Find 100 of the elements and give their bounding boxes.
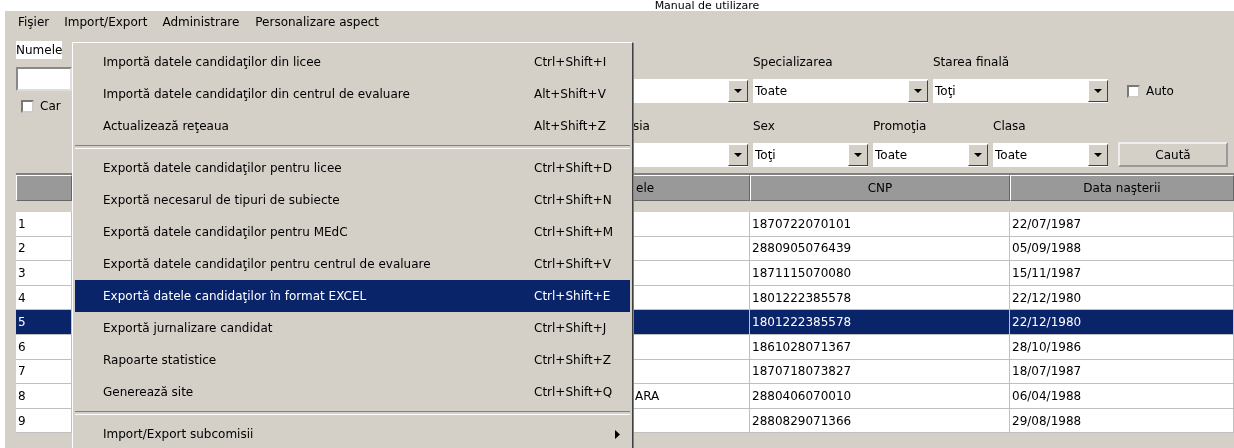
menu-item[interactable]: Exportă datele candidaţilor în format EXCEL Ctrl+Shift+E	[75, 280, 630, 312]
search-button[interactable]: Caută	[1118, 142, 1228, 167]
table-cell: 1801222385578	[750, 310, 1010, 335]
field-label: Specializarea	[753, 55, 834, 69]
shortcut-label: Ctrl+Shift+J	[534, 321, 608, 335]
field-label: Promoţia	[873, 119, 928, 133]
caret-down-icon	[734, 153, 742, 157]
caret-down-icon	[1094, 89, 1102, 93]
dropdown-field[interactable]	[633, 143, 748, 167]
menu-title[interactable]: Import/Export	[58, 12, 154, 32]
menu-item-label: Importă datele candidaţilor din licee	[103, 55, 322, 69]
table-cell: 2880905076439	[750, 236, 1010, 262]
dropdown-button[interactable]	[968, 144, 988, 166]
field-label: Sex	[753, 119, 776, 133]
menu-item[interactable]: Exportă datele candidaţilor pentru MEdC Ctrl+Shift+M	[75, 216, 630, 248]
checkbox-label: Auto	[1146, 84, 1174, 98]
menu-item[interactable]: Generează site Ctrl+Shift+Q	[75, 376, 630, 408]
menu-item-label: Importă datele candidaţilor din centrul de evaluare	[103, 87, 411, 101]
row-number: 7	[16, 359, 72, 385]
shortcut-label: Ctrl+Shift+V	[534, 257, 612, 271]
menu-item[interactable]: Exportă jurnalizare candidat Ctrl+Shift+J	[75, 312, 630, 344]
table-cell: 2880829071366	[750, 408, 1010, 434]
column-header: CNP	[750, 175, 1010, 201]
row-number: 8	[16, 384, 72, 409]
table-cell: 1861028071367	[750, 334, 1010, 360]
menu-item[interactable]: Importă datele candidaţilor din centrul de evaluare Alt+Shift+V	[75, 78, 630, 110]
row-number: 6	[16, 334, 72, 360]
dropdown-button[interactable]	[728, 144, 748, 166]
row-number: 5	[16, 310, 72, 335]
table-cell: ARA	[633, 384, 750, 409]
table-cell: 1871115070080	[750, 261, 1010, 286]
menu-title[interactable]: Fişier	[11, 11, 57, 33]
table-cell: 06/04/1988	[1010, 384, 1234, 409]
table-cell: 2880406070010	[750, 384, 1010, 409]
menu-title[interactable]: Personalizare aspect	[248, 11, 387, 33]
table-cell: 22/12/1980	[1010, 285, 1234, 311]
dropdown-button[interactable]	[908, 80, 928, 102]
shortcut-label: Ctrl+Shift+I	[534, 55, 608, 69]
checkbox[interactable]	[1127, 84, 1140, 98]
row-number: 9	[16, 408, 72, 434]
caret-down-icon	[974, 153, 982, 157]
column-header: ele	[633, 175, 750, 201]
dropdown-button[interactable]	[728, 80, 748, 102]
table-cell: 22/07/1987	[1010, 212, 1234, 237]
dropdown-button[interactable]	[848, 144, 868, 166]
shortcut-label: Ctrl+Shift+N	[534, 193, 613, 207]
checkbox-label: Car	[40, 99, 61, 113]
table-cell: 1870718073827	[750, 359, 1010, 385]
menu-item-label: Actualizează reţeaua	[103, 119, 230, 133]
dropdown-field[interactable]: Toţi	[933, 79, 1108, 103]
table-cell: 15/11/1987	[1010, 261, 1234, 286]
table-cell: 1801222385578	[750, 285, 1010, 311]
caret-down-icon	[1094, 153, 1102, 157]
menu-item-label: Exportă datele candidaţilor pentru centrul de evaluare	[103, 257, 432, 271]
field-label: Numele	[16, 41, 63, 59]
menu-item[interactable]: Exportă necesarul de tipuri de subiecte Ctrl+Shift+N	[75, 184, 630, 216]
caret-down-icon	[734, 89, 742, 93]
menu-item[interactable]: Import/Export subcomisii	[75, 418, 630, 448]
field-label: Clasa	[993, 119, 1027, 133]
caret-down-icon	[914, 89, 922, 93]
dropdown-field[interactable]: Toţi	[753, 143, 868, 167]
checkbox[interactable]	[21, 99, 34, 113]
dropdown-button[interactable]	[1088, 80, 1108, 102]
shortcut-label: Ctrl+Shift+Q	[534, 385, 614, 399]
menu-item-label: Exportă datele candidaţilor pentru MEdC	[103, 225, 349, 239]
menu-item-label: Import/Export subcomisii	[103, 427, 255, 441]
dropdown-field[interactable]: Toate	[873, 143, 988, 167]
shortcut-label: Alt+Shift+V	[534, 87, 607, 101]
dropdown-field[interactable]: Toate	[753, 79, 928, 103]
shortcut-label: Ctrl+Shift+E	[534, 289, 612, 303]
menu-item-label: Exportă necesarul de tipuri de subiecte	[103, 193, 341, 207]
menu-item-label: Generează site	[103, 385, 195, 399]
shortcut-label: Ctrl+Shift+Z	[534, 353, 612, 367]
menu-item[interactable]: Exportă datele candidaţilor pentru centrul de evaluare Ctrl+Shift+V	[75, 248, 630, 280]
caret-down-icon	[854, 153, 862, 157]
dropdown-button[interactable]	[1088, 144, 1108, 166]
menu-item-label: Exportă jurnalizare candidat	[103, 321, 274, 335]
submenu-arrow-icon	[615, 429, 620, 439]
row-number: 4	[16, 285, 72, 311]
menu-item[interactable]: Importă datele candidaţilor din licee Ctrl+Shift+I	[75, 46, 630, 78]
row-number: 1	[16, 212, 72, 237]
shortcut-label: Ctrl+Shift+D	[534, 161, 613, 175]
menu-title[interactable]: Administrare	[155, 11, 247, 33]
table-cell: 28/10/1986	[1010, 334, 1234, 360]
dropdown-field[interactable]: Toate	[993, 143, 1108, 167]
menu-item[interactable]: Actualizează reţeaua Alt+Shift+Z	[75, 110, 630, 142]
table-cell: 29/08/1988	[1010, 408, 1234, 434]
table-cell: 05/09/1988	[1010, 236, 1234, 262]
shortcut-label: Ctrl+Shift+M	[534, 225, 615, 239]
row-number: 2	[16, 236, 72, 262]
field-label: Starea finală	[933, 55, 1011, 69]
input-field[interactable]	[16, 67, 72, 91]
menu-item-label: Exportă datele candidaţilor în format EXCEL	[103, 289, 368, 303]
table-cell: 18/07/1987	[1010, 359, 1234, 385]
row-number: 3	[16, 261, 72, 286]
table-cell: 1870722070101	[750, 212, 1010, 237]
field-label: sia	[633, 119, 651, 133]
menu-item[interactable]: Exportă datele candidaţilor pentru licee Ctrl+Shift+D	[75, 152, 630, 184]
dropdown-field[interactable]	[633, 79, 748, 103]
menu-item[interactable]: Rapoarte statistice Ctrl+Shift+Z	[75, 344, 630, 376]
